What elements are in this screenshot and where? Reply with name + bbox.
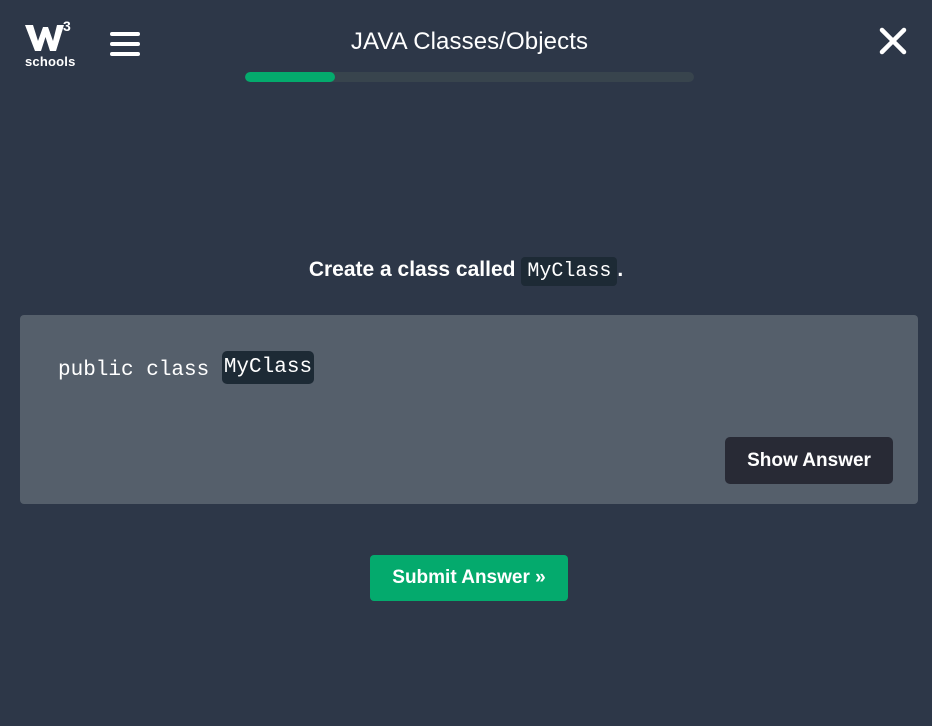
code-line: public class MyClass <box>58 351 315 384</box>
exercise-question: Create a class called MyClass. <box>0 257 932 286</box>
exercise-code-box: public class MyClass Show Answer <box>20 315 918 504</box>
w3schools-logo-icon <box>25 25 64 51</box>
logo-text: schools <box>25 54 76 69</box>
question-text: Create a class called <box>308 258 522 281</box>
page-title: JAVA Classes/Objects <box>350 28 589 55</box>
progress-fill <box>245 72 335 82</box>
header: 3 schools JAVA Classes/Objects <box>0 0 932 100</box>
answer-input[interactable]: MyClass <box>221 351 315 384</box>
close-icon[interactable] <box>878 26 908 56</box>
show-answer-button[interactable]: Show Answer <box>725 437 893 484</box>
menu-bar <box>110 42 140 46</box>
logo-superscript: 3 <box>63 18 71 34</box>
progress-bar <box>245 72 694 82</box>
w3schools-logo[interactable]: 3 schools <box>24 18 76 70</box>
menu-bar <box>110 52 140 56</box>
question-code: MyClass <box>521 257 618 286</box>
menu-bar <box>110 32 140 36</box>
code-prefix: public class <box>58 359 222 383</box>
hamburger-menu-icon[interactable] <box>110 32 141 60</box>
submit-answer-button[interactable]: Submit Answer » <box>370 555 568 601</box>
question-suffix: . <box>617 258 624 281</box>
